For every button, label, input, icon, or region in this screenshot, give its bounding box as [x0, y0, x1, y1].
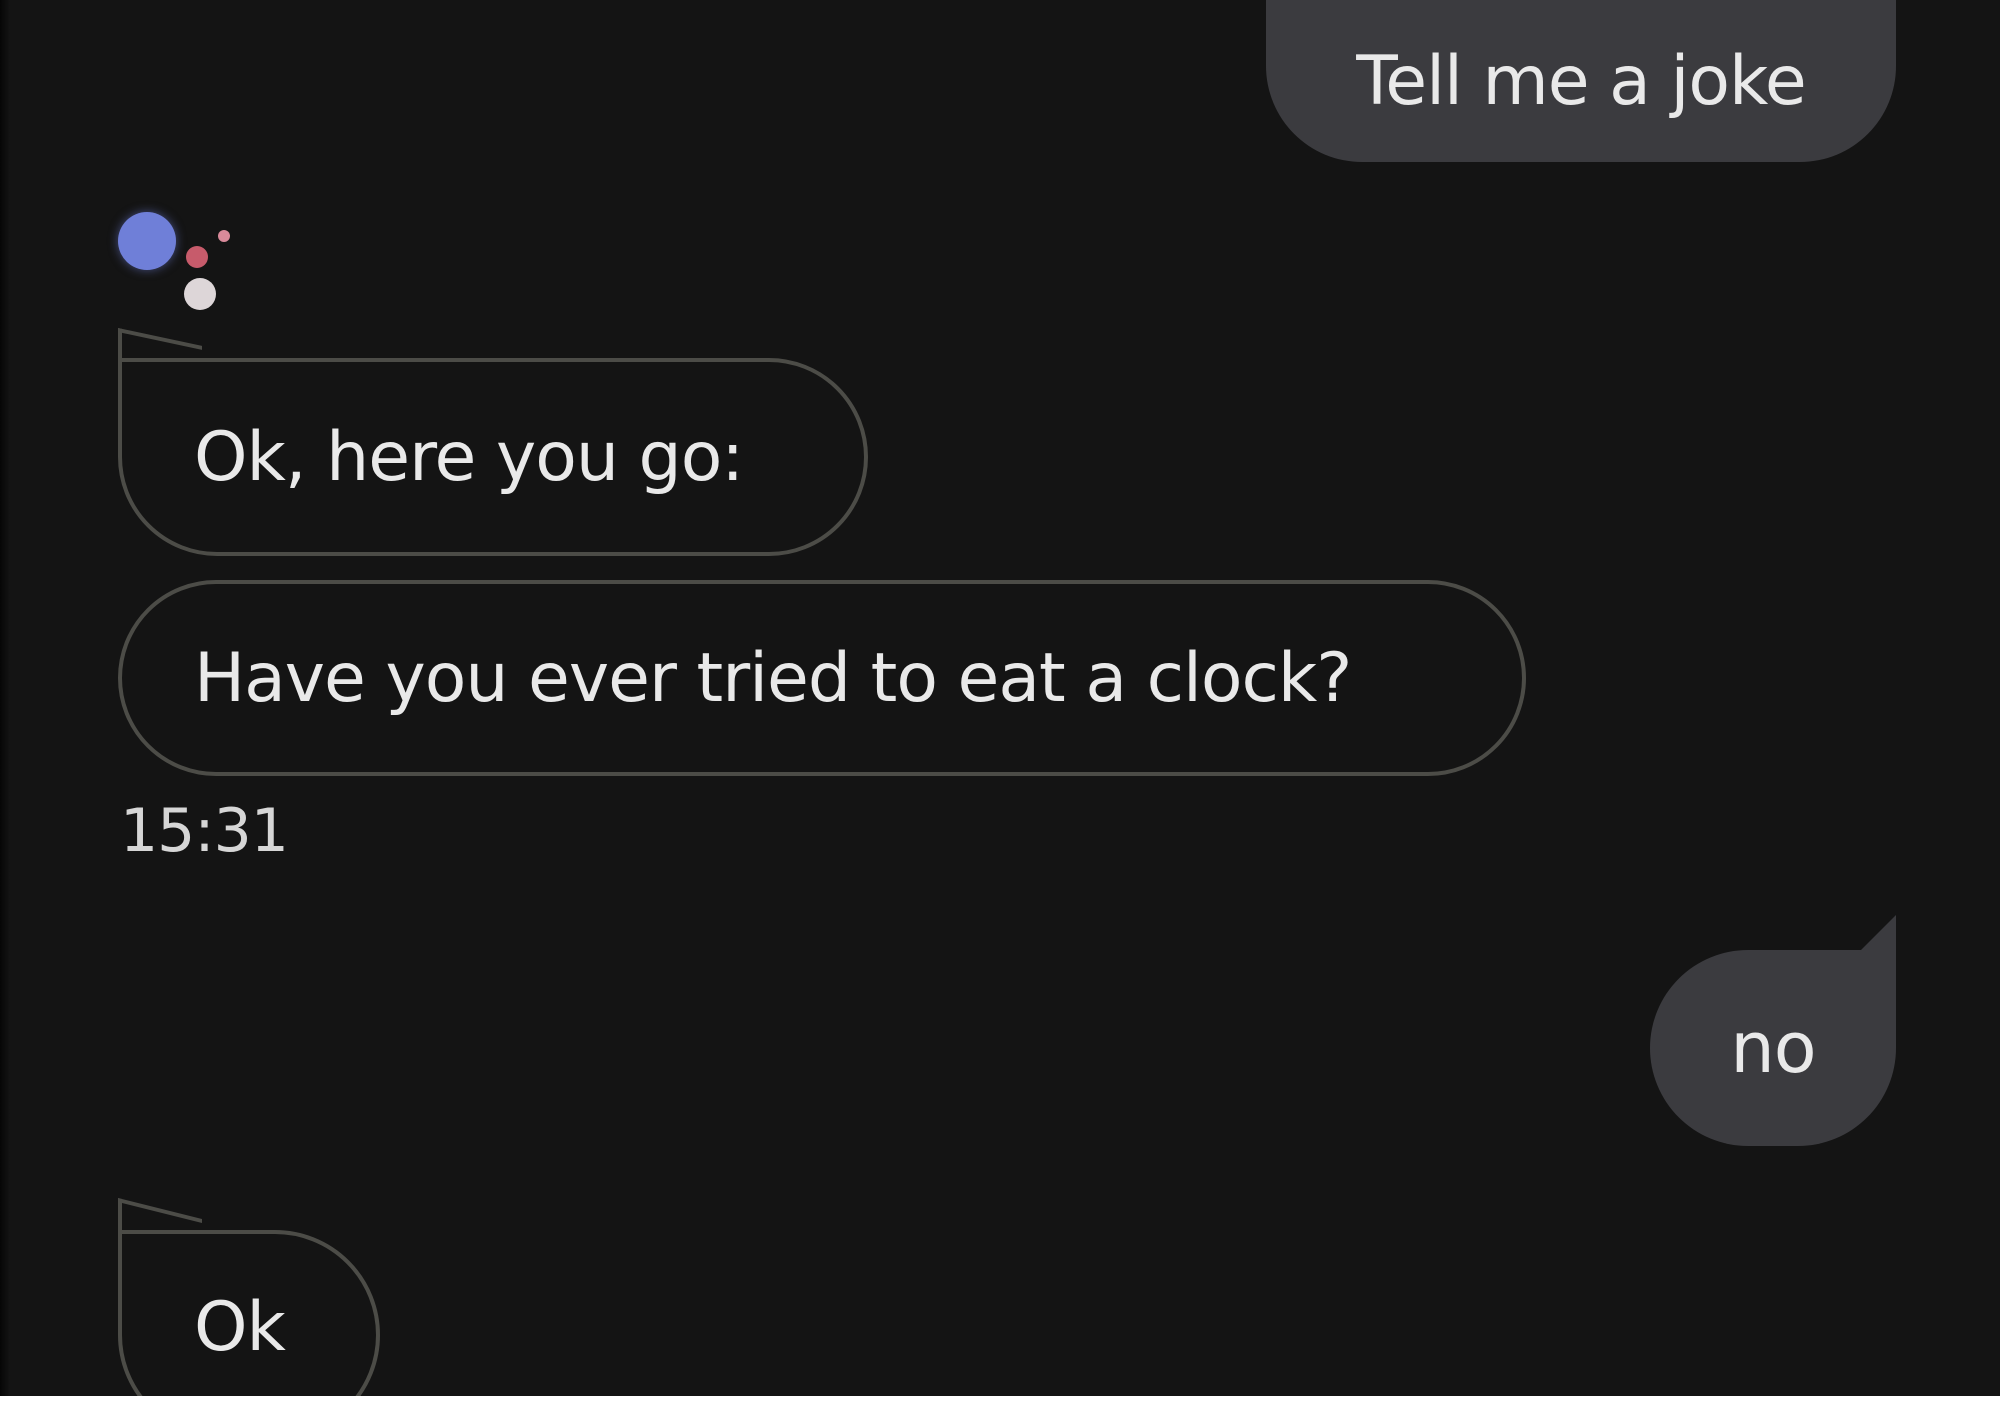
user-message-text: Tell me a joke — [1356, 41, 1806, 121]
logo-dot-blue — [118, 212, 176, 270]
user-message-bubble[interactable]: Tell me a joke — [1266, 0, 1896, 162]
assistant-message-text: Have you ever tried to eat a clock? — [194, 638, 1352, 718]
google-assistant-icon — [112, 206, 242, 316]
user-message-bubble[interactable]: no — [1650, 950, 1896, 1146]
assistant-message-text: Ok — [194, 1288, 286, 1367]
assistant-message-bubble[interactable]: Ok — [118, 1230, 380, 1396]
user-message-text: no — [1730, 1007, 1816, 1089]
assistant-message-bubble[interactable]: Ok, here you go: — [118, 358, 868, 556]
screen-edge — [0, 0, 10, 1396]
assistant-message-text: Ok, here you go: — [194, 417, 744, 497]
logo-dot-pink — [218, 230, 230, 242]
logo-dot-light — [184, 278, 216, 310]
logo-dot-red — [186, 246, 208, 268]
assistant-message-bubble[interactable]: Have you ever tried to eat a clock? — [118, 580, 1526, 776]
message-timestamp: 15:31 — [120, 796, 289, 866]
chat-screen: Tell me a joke Ok, here you go: Have you… — [0, 0, 2000, 1396]
